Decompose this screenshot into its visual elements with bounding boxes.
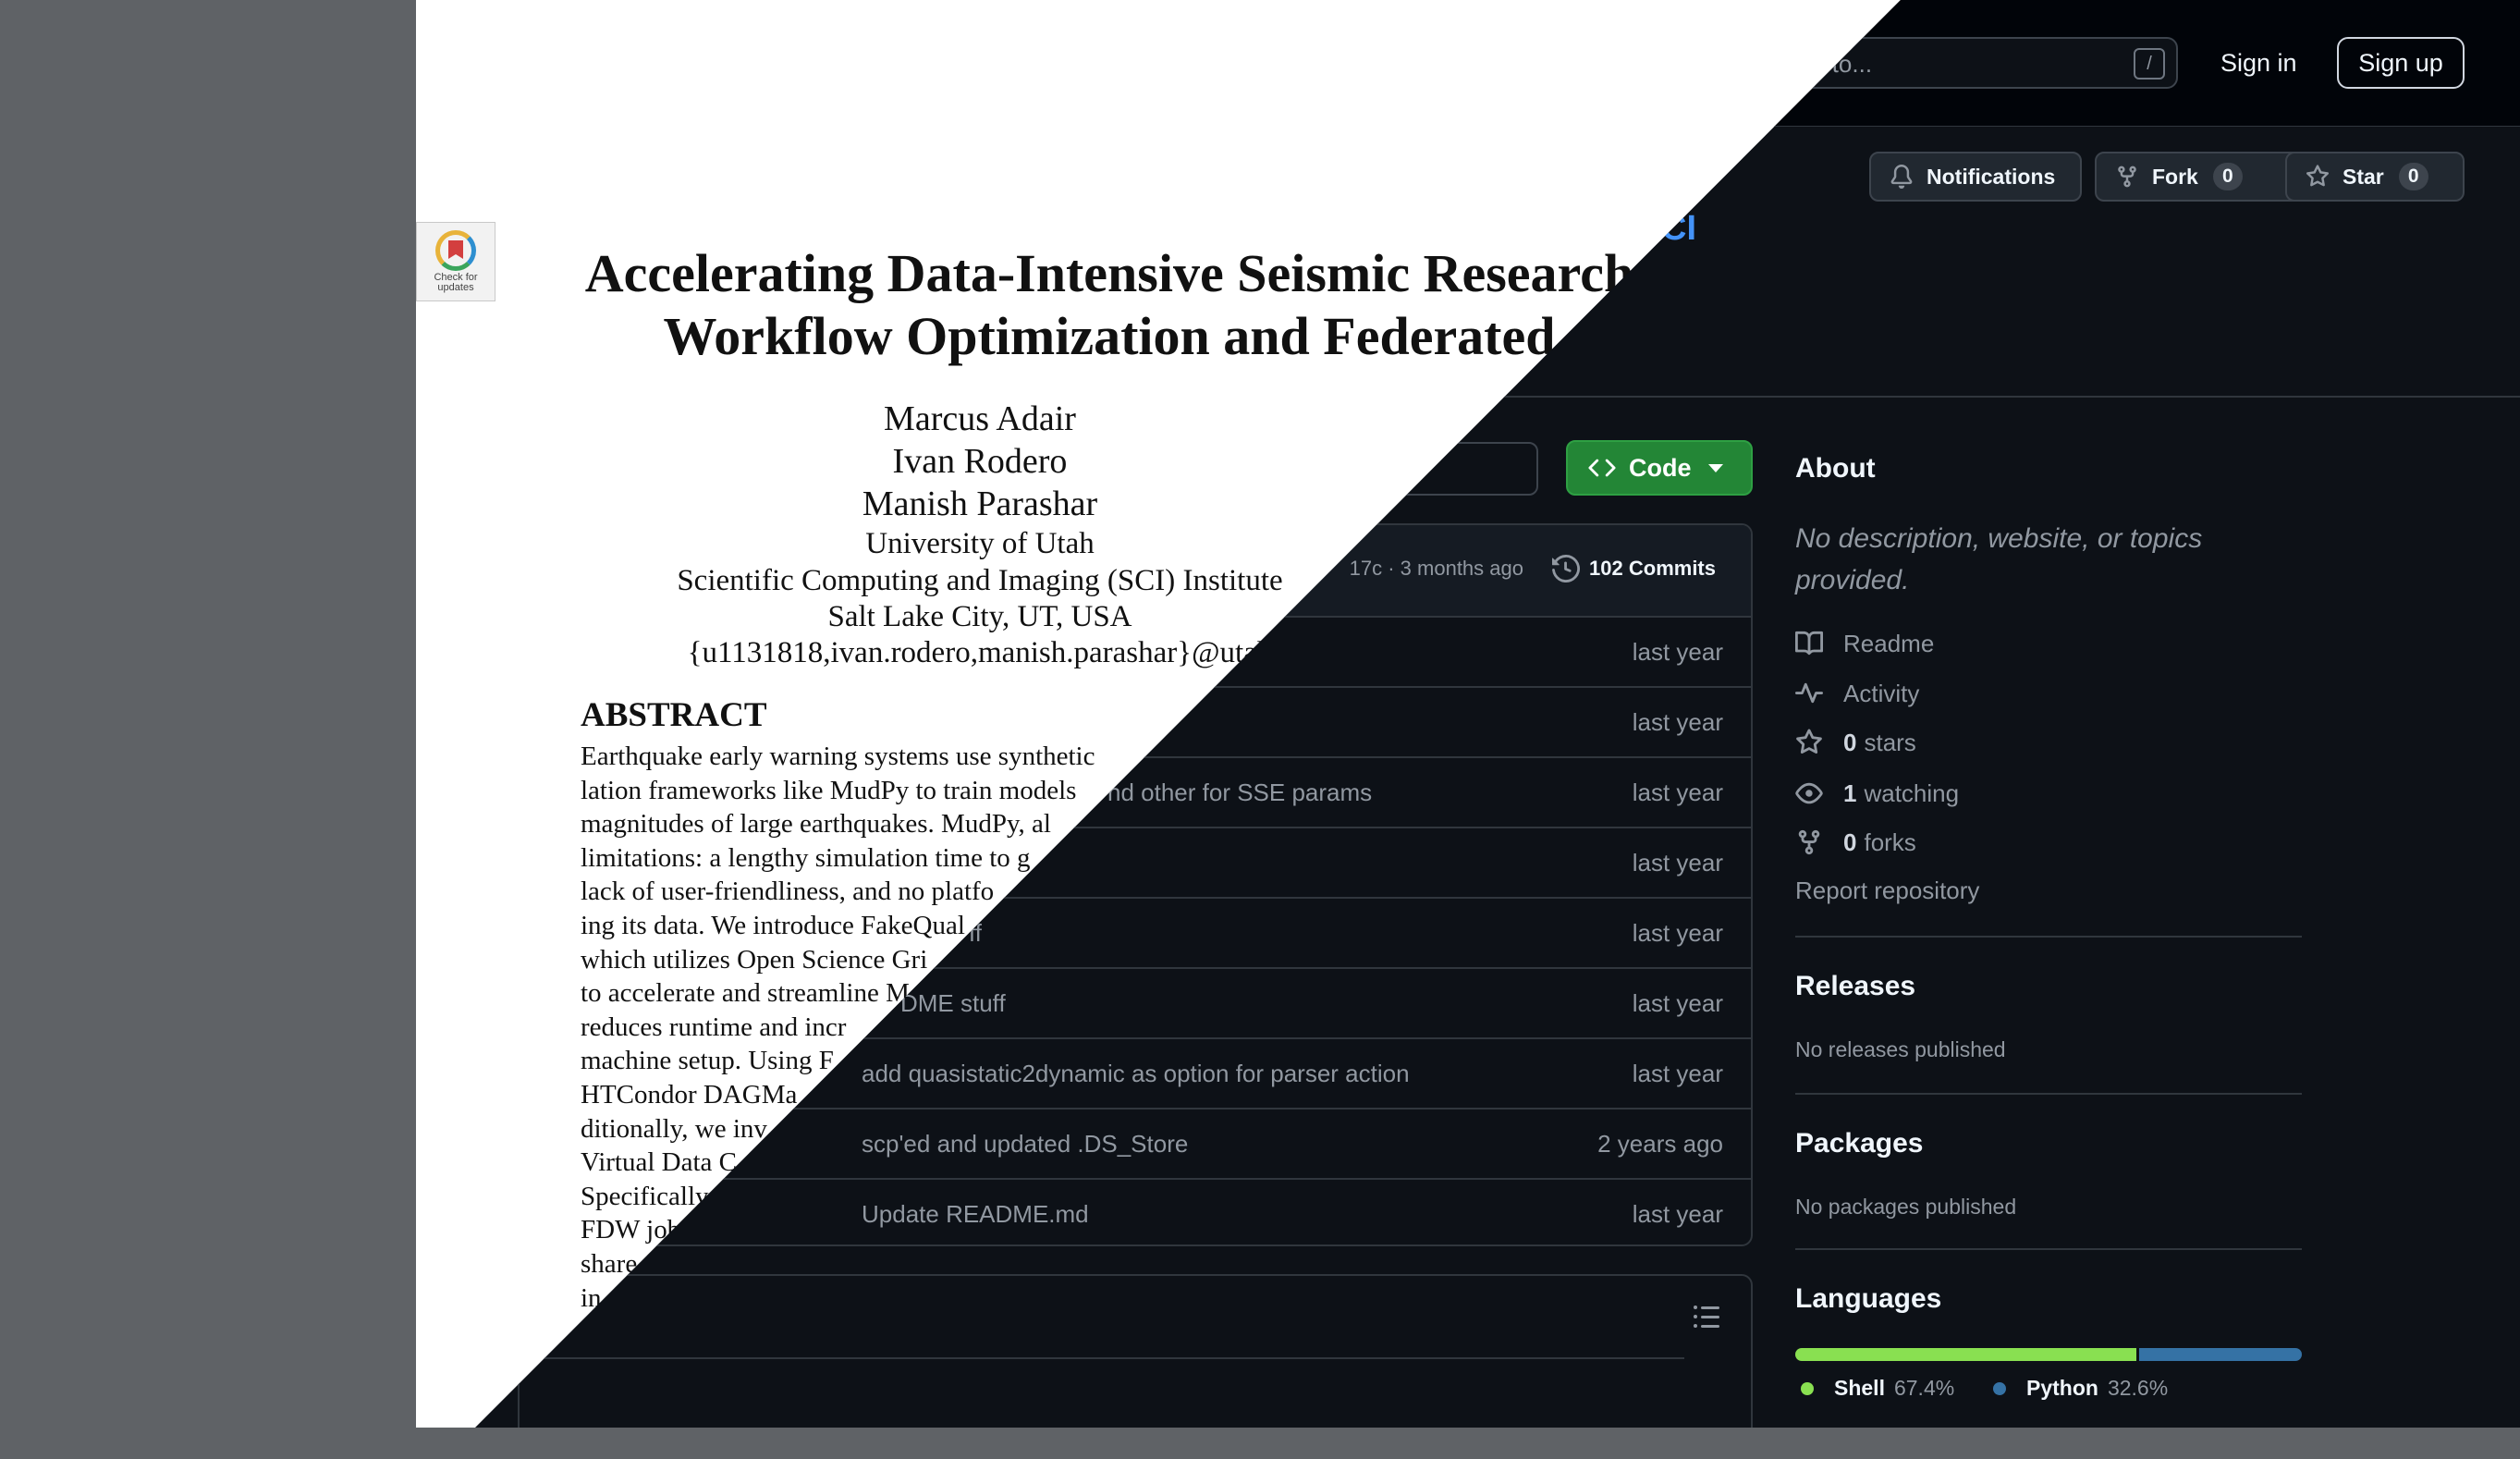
fork-button[interactable]: Fork 0 (2095, 152, 2317, 202)
language-color-dot (1801, 1381, 1814, 1395)
sidebar-divider (1795, 1093, 2302, 1095)
sign-up-button[interactable]: Sign up (2337, 37, 2465, 89)
latest-commit-meta[interactable]: 17c · 3 months ago (1350, 557, 1523, 581)
eye-icon (1795, 782, 1823, 804)
slash-shortcut-key: / (2134, 48, 2165, 80)
activity-label: Activity (1843, 679, 1920, 707)
star-count: 0 (2398, 163, 2428, 190)
report-repository-link[interactable]: Report repository (1795, 877, 1979, 905)
commits-count-label: 102 Commits (1589, 557, 1716, 580)
star-icon (1796, 729, 1822, 754)
author-name: Ivan Rodero (892, 442, 1068, 481)
packages-heading[interactable]: Packages (1795, 1128, 1923, 1159)
activity-link[interactable]: Activity (1795, 675, 1919, 712)
author-name: Manish Parashar (862, 484, 1098, 523)
fork-label: Fork (2152, 164, 2198, 189)
commit-message[interactable]: Update README.md (862, 1200, 1089, 1229)
star-button[interactable]: Star 0 (2285, 152, 2465, 202)
sign-in-link[interactable]: Sign in (2200, 37, 2318, 89)
history-icon (1552, 555, 1581, 582)
notifications-label: Notifications (1927, 164, 2056, 189)
releases-empty-text: No releases published (1795, 1037, 2006, 1061)
fork-icon (2118, 166, 2136, 188)
languages-heading: Languages (1795, 1283, 1942, 1314)
readme-link[interactable]: Readme (1795, 625, 1934, 662)
forks-link[interactable]: 0 forks (1795, 824, 1916, 861)
bell-icon (1890, 165, 1913, 189)
language-name: Python (2026, 1376, 2098, 1400)
stars-label: stars (1864, 728, 1916, 756)
commit-message[interactable]: add quasistatic2dynamic as option for pa… (862, 1060, 1410, 1088)
language-bar-python (2139, 1348, 2302, 1361)
readme-panel (518, 1274, 1753, 1428)
readme-divider (520, 1357, 1684, 1359)
language-python[interactable]: Python 32.6% (1993, 1376, 2168, 1401)
commit-message[interactable]: scp'ed and updated .DS_Store (862, 1130, 1188, 1159)
commit-message[interactable]: DME stuff (900, 989, 1006, 1018)
watching-count: 1 (1843, 779, 1857, 807)
commit-time: last year (1632, 1200, 1723, 1228)
forks-count: 0 (1843, 828, 1857, 856)
outline-list-icon[interactable] (1692, 1302, 1721, 1331)
star-icon (2306, 165, 2330, 187)
readme-label: Readme (1843, 629, 1935, 657)
commit-time: 2 years ago (1597, 1130, 1723, 1158)
star-label: Star (2343, 164, 2384, 189)
notifications-button[interactable]: Notifications (1869, 152, 2082, 202)
commits-link[interactable]: 102 Commits (1552, 555, 1716, 582)
language-bar (1795, 1348, 2302, 1361)
about-heading: About (1795, 453, 1876, 484)
commit-time: last year (1632, 849, 1723, 877)
code-icon (1588, 459, 1616, 477)
language-percent: 67.4% (1893, 1376, 1955, 1400)
sidebar-divider (1795, 936, 2302, 938)
book-icon (1795, 631, 1823, 656)
chevron-down-icon (1707, 463, 1723, 472)
language-bar-shell (1795, 1348, 2137, 1361)
commit-message[interactable]: nd other for SSE params (1107, 779, 1372, 807)
sidebar-divider (1795, 1248, 2302, 1250)
commit-time: last year (1632, 708, 1723, 736)
commit-time: last year (1632, 1060, 1723, 1087)
language-shell[interactable]: Shell 67.4% (1801, 1376, 1954, 1401)
affiliation-line: Scientific Computing and Imaging (SCI) I… (677, 564, 1283, 597)
commit-time: last year (1632, 989, 1723, 1017)
commit-time: last year (1632, 779, 1723, 806)
language-name: Shell (1834, 1376, 1885, 1400)
stars-count: 0 (1843, 728, 1857, 756)
stars-link[interactable]: 0 stars (1795, 724, 1916, 761)
pulse-icon (1795, 682, 1823, 704)
affiliation-line: University of Utah (865, 527, 1095, 560)
code-button[interactable]: Code (1566, 440, 1753, 496)
abstract-heading: ABSTRACT (581, 696, 767, 734)
watching-label: watching (1864, 779, 1960, 807)
forks-label: forks (1864, 828, 1916, 856)
watching-link[interactable]: 1 watching (1795, 775, 1959, 812)
code-button-label: Code (1629, 453, 1692, 482)
language-percent: 32.6% (2107, 1376, 2169, 1400)
author-name: Marcus Adair (884, 399, 1076, 438)
paper-title-line-1: Accelerating Data-Intensive Seismic Rese… (584, 243, 1634, 303)
about-description: No description, website, or topics provi… (1795, 523, 2203, 595)
releases-heading[interactable]: Releases (1795, 971, 1915, 1002)
language-color-dot (1993, 1381, 2006, 1395)
fork-icon (1798, 829, 1820, 855)
fork-count: 0 (2212, 163, 2243, 190)
commit-time: last year (1632, 919, 1723, 947)
commit-time: last year (1632, 638, 1723, 666)
packages-empty-text: No packages published (1795, 1195, 2017, 1219)
